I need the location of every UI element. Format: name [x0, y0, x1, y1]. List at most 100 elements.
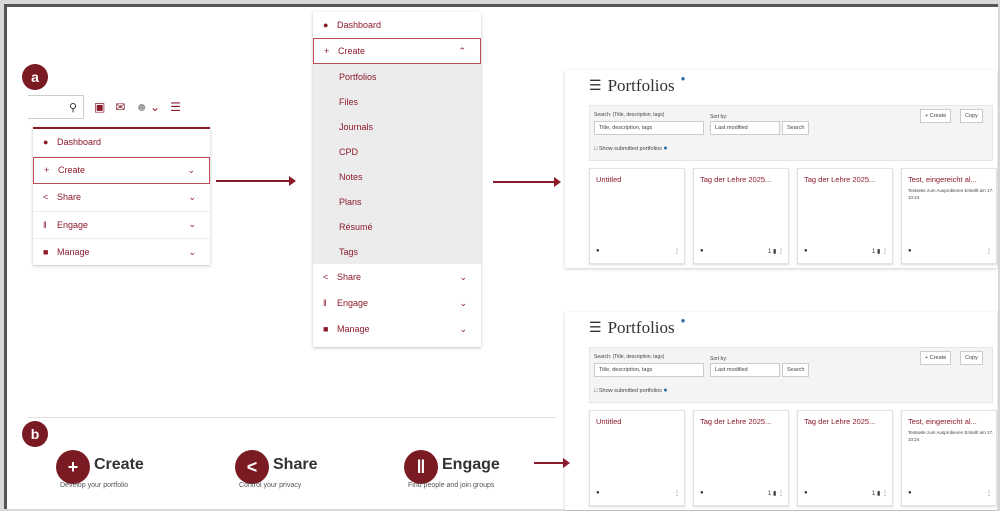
- card-footer: ● 1 ▮ ⋮: [700, 490, 784, 497]
- sort-select[interactable]: Last modified: [710, 121, 780, 135]
- more-icon[interactable]: ⋮: [674, 490, 680, 497]
- create-button[interactable]: + Create: [920, 351, 952, 365]
- menu-item-share[interactable]: < Share ⌄: [313, 264, 481, 290]
- menu-item-create[interactable]: + Create ⌃: [313, 38, 481, 64]
- main-menu-collapsed: ● Dashboard + Create ⌄ < Share ⌄ ‖ Engag…: [33, 127, 210, 267]
- menu-item-engage[interactable]: ‖ Engage ⌄: [313, 290, 481, 316]
- portfolio-card[interactable]: Untitled ● ⋮: [589, 168, 685, 264]
- portfolio-card[interactable]: Test, eingereicht al... Testseite zum Au…: [901, 410, 997, 506]
- more-icon[interactable]: ⋮: [986, 248, 992, 255]
- portfolio-card[interactable]: Test, eingereicht al... Testseite zum Au…: [901, 168, 997, 264]
- card-title[interactable]: Tag der Lehre 2025...: [804, 175, 890, 184]
- info-icon[interactable]: ●: [663, 387, 667, 394]
- menu-item-dashboard[interactable]: ● Dashboard: [33, 129, 210, 157]
- mail-icon[interactable]: ✉: [115, 100, 125, 114]
- portfolio-card[interactable]: Tag der Lehre 2025... ● 1 ▮ ⋮: [797, 410, 893, 506]
- layers-icon: ☰: [589, 78, 602, 94]
- layers-icon: ☰: [589, 320, 602, 336]
- card-title[interactable]: Tag der Lehre 2025...: [700, 175, 786, 184]
- copy-button[interactable]: Copy: [960, 351, 983, 365]
- search-input[interactable]: ⚲: [28, 95, 84, 119]
- submenu-item-resume[interactable]: Résumé: [313, 214, 481, 239]
- search-button[interactable]: Search: [782, 121, 810, 135]
- sort-label: Sort by:: [710, 114, 728, 120]
- card-title[interactable]: Tag der Lehre 2025...: [804, 417, 890, 426]
- more-icon[interactable]: ⋮: [778, 249, 784, 255]
- card-title[interactable]: Untitled: [596, 417, 682, 426]
- submenu-item-portfolios[interactable]: Portfolios: [313, 64, 481, 89]
- submenu-item-journals[interactable]: Journals: [313, 114, 481, 139]
- submenu-item-files[interactable]: Files: [313, 89, 481, 114]
- more-icon[interactable]: ⋮: [882, 249, 888, 255]
- menu-item-label: Dashboard: [337, 20, 382, 30]
- submenu-item-notes[interactable]: Notes: [313, 164, 481, 189]
- card-title[interactable]: Untitled: [596, 175, 682, 184]
- dashboard-icon: ●: [43, 137, 49, 148]
- info-icon[interactable]: ●: [663, 145, 667, 152]
- menu-item-manage[interactable]: ■ Manage ⌄: [313, 316, 481, 342]
- portfolio-card[interactable]: Tag der Lehre 2025... ● 1 ▮ ⋮: [693, 168, 789, 264]
- search-field-select[interactable]: Title, description, tags: [594, 363, 704, 377]
- user-icon[interactable]: ☻: [135, 100, 148, 114]
- dashboard-tile-share[interactable]: < Share Control your privacy: [235, 450, 317, 489]
- chevron-down-icon[interactable]: ⌄: [150, 100, 160, 114]
- tile-subtitle: Find people and join groups: [408, 482, 495, 489]
- card-footer: ● ⋮: [908, 248, 992, 255]
- page-title-text: Portfolios: [607, 76, 675, 95]
- more-icon[interactable]: ⋮: [882, 491, 888, 497]
- more-icon[interactable]: ⋮: [986, 490, 992, 497]
- copy-button[interactable]: Copy: [960, 109, 983, 123]
- card-title[interactable]: Test, eingereicht al...: [908, 417, 994, 426]
- submenu-item-plans[interactable]: Plans: [313, 189, 481, 214]
- card-footer: ● ⋮: [596, 490, 680, 497]
- sort-select[interactable]: Last modified: [710, 363, 780, 377]
- main-menu-expanded: ● Dashboard + Create ⌃ Portfolios Files …: [313, 12, 481, 347]
- card-footer: ● ⋮: [908, 490, 992, 497]
- chevron-down-icon: ⌄: [459, 297, 467, 308]
- hamburger-icon[interactable]: ☰: [170, 100, 181, 114]
- more-icon[interactable]: ⋮: [778, 491, 784, 497]
- search-icon[interactable]: ⚲: [69, 101, 77, 114]
- portfolio-cards: Untitled ● ⋮ Tag der Lehre 2025... ● 1 ▮ ⋮…: [589, 168, 997, 264]
- dashboard-tile-create[interactable]: + Create Develop your portfolio: [56, 450, 144, 489]
- tile-title: Create: [94, 456, 144, 473]
- menu-item-manage[interactable]: ■ Manage ⌄: [33, 239, 210, 267]
- show-submitted-checkbox[interactable]: □ Show submitted portfolios ●: [594, 387, 668, 394]
- people-icon: ‖: [43, 219, 47, 230]
- plus-icon: +: [324, 46, 330, 56]
- search-button[interactable]: Search: [782, 363, 810, 377]
- menu-item-share[interactable]: < Share ⌄: [33, 184, 210, 212]
- search-field-select[interactable]: Title, description, tags: [594, 121, 704, 135]
- portfolio-card[interactable]: Untitled ● ⋮: [589, 410, 685, 506]
- show-submitted-checkbox[interactable]: □ Show submitted portfolios ●: [594, 145, 668, 152]
- menu-item-label: Engage: [57, 219, 89, 230]
- dashboard-tile-engage[interactable]: ‖ Engage Find people and join groups: [404, 450, 500, 489]
- chevron-up-icon: ⌃: [458, 45, 466, 56]
- id-card-icon[interactable]: ▣: [94, 100, 105, 114]
- create-button[interactable]: + Create: [920, 109, 952, 123]
- tile-text: Engage Find people and join groups: [408, 450, 500, 489]
- portfolio-card[interactable]: Tag der Lehre 2025... ● 1 ▮ ⋮: [693, 410, 789, 506]
- briefcase-icon: ■: [43, 247, 49, 258]
- pages-icon: ▮: [877, 249, 881, 255]
- info-icon[interactable]: ●: [681, 74, 686, 83]
- menu-item-dashboard[interactable]: ● Dashboard: [313, 12, 481, 38]
- card-title[interactable]: Test, eingereicht al...: [908, 175, 994, 184]
- submenu-item-tags[interactable]: Tags: [313, 239, 481, 264]
- menu-item-engage[interactable]: ‖ Engage ⌄: [33, 212, 210, 239]
- lock-icon: ●: [804, 248, 808, 254]
- portfolio-card[interactable]: Tag der Lehre 2025... ● 1 ▮ ⋮: [797, 168, 893, 264]
- portfolios-screen-top: ☰ Portfolios ● Search: (Title, descripti…: [565, 70, 997, 268]
- submenu-item-cpd[interactable]: CPD: [313, 139, 481, 164]
- card-description: Testseite zum Ausprobieren Erstellt am 1…: [908, 430, 994, 442]
- card-title[interactable]: Tag der Lehre 2025...: [700, 417, 786, 426]
- chevron-down-icon: ⌄: [187, 164, 195, 175]
- info-icon[interactable]: ●: [681, 316, 686, 325]
- create-submenu: Portfolios Files Journals CPD Notes Plan…: [313, 64, 481, 264]
- lock-icon: ●: [700, 490, 704, 496]
- card-footer: ● ⋮: [596, 248, 680, 255]
- pages-icon: ▮: [773, 249, 777, 255]
- more-icon[interactable]: ⋮: [674, 248, 680, 255]
- page-count: 1: [768, 491, 772, 497]
- menu-item-create[interactable]: + Create ⌄: [33, 156, 210, 184]
